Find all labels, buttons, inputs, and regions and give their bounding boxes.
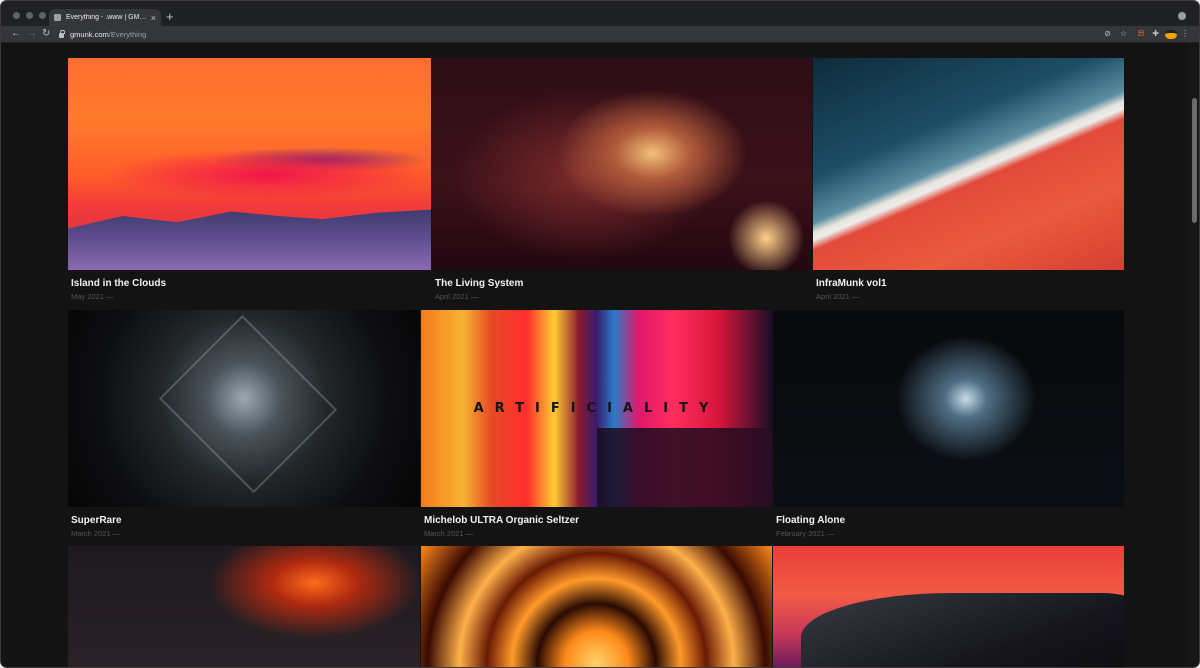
tab-title: Everything - .www | GMUNK (66, 14, 147, 21)
tab-search-icon[interactable] (1178, 12, 1186, 20)
project-title[interactable]: Floating Alone (776, 515, 845, 526)
artwork-hills (68, 209, 431, 270)
project-card-inframunk-vol1[interactable]: InfraMunk vol1 April 2021 — (813, 58, 1124, 308)
url-path: /Everything (108, 30, 147, 39)
address-bar[interactable]: gmunk.com /Everything (59, 28, 1129, 41)
browser-toolbar: ← → ↻ gmunk.com /Everything ⊘ ☆ ᗸ ✚ ⋮ (1, 26, 1199, 43)
project-card-island-in-the-clouds[interactable]: Island in the Clouds May 2021 — (68, 58, 431, 308)
project-date: February 2021 — (776, 529, 835, 538)
project-date: May 2021 — (71, 292, 114, 301)
tab-everything[interactable]: Everything - .www | GMUNK × (49, 9, 161, 26)
project-title[interactable]: InfraMunk vol1 (816, 278, 887, 289)
project-thumbnail[interactable] (813, 58, 1124, 270)
project-title[interactable]: Michelob ULTRA Organic Seltzer (424, 515, 579, 526)
project-thumbnail[interactable] (773, 310, 1124, 507)
browser-window: Everything - .www | GMUNK × + ← → ↻ gmun… (0, 0, 1200, 668)
project-thumbnail[interactable] (773, 546, 1124, 667)
window-controls (13, 12, 46, 19)
url-domain: gmunk.com (70, 30, 109, 39)
site-favicon-icon (54, 14, 61, 21)
project-date: April 2021 — (435, 292, 479, 301)
project-thumbnail[interactable]: ARTIFICIALITY (421, 310, 772, 507)
project-thumbnail[interactable] (432, 58, 812, 270)
project-card-row3-1[interactable] (68, 546, 420, 667)
artwork-frame (158, 315, 337, 494)
page-viewport: Island in the Clouds May 2021 — The Livi… (1, 43, 1188, 667)
project-date: April 2021 — (816, 292, 860, 301)
page-scrollbar[interactable] (1188, 43, 1199, 667)
project-card-michelob-ultra-organic-seltzer[interactable]: ARTIFICIALITY Michelob ULTRA Organic Sel… (421, 310, 772, 540)
project-card-the-living-system[interactable]: The Living System April 2021 — (432, 58, 812, 308)
project-thumbnail[interactable] (421, 546, 772, 667)
artwork-overlay (596, 428, 772, 507)
project-card-superrare[interactable]: SuperRare March 2021 — (68, 310, 420, 540)
back-button[interactable]: ← (11, 27, 21, 41)
kebab-menu-icon[interactable]: ⋮ (1181, 28, 1189, 40)
project-thumbnail[interactable] (68, 58, 431, 270)
lock-icon (59, 30, 65, 38)
close-window-button[interactable] (13, 12, 20, 19)
project-thumbnail[interactable] (68, 310, 420, 507)
eye-slash-icon[interactable]: ⊘ (1104, 28, 1111, 40)
close-tab-icon[interactable]: × (151, 13, 156, 23)
star-icon[interactable]: ☆ (1120, 28, 1127, 40)
brave-shield-icon[interactable]: ᗸ (1138, 28, 1144, 40)
maximize-window-button[interactable] (39, 12, 46, 19)
minimize-window-button[interactable] (26, 12, 33, 19)
project-thumbnail[interactable] (68, 546, 420, 667)
artwork-word: ARTIFICIALITY (473, 400, 720, 416)
scrollbar-thumb[interactable] (1192, 98, 1197, 223)
profile-pill-icon[interactable] (1165, 30, 1177, 39)
project-card-row3-2[interactable] (421, 546, 772, 667)
project-title[interactable]: SuperRare (71, 515, 122, 526)
new-tab-button[interactable]: + (166, 10, 174, 23)
project-card-row3-3[interactable] (773, 546, 1124, 667)
project-card-floating-alone[interactable]: Floating Alone February 2021 — (773, 310, 1124, 540)
extensions-icon[interactable]: ✚ (1152, 28, 1159, 40)
project-title[interactable]: The Living System (435, 278, 523, 289)
project-date: March 2021 — (71, 529, 121, 538)
tab-strip: Everything - .www | GMUNK × + (1, 1, 1199, 26)
project-title[interactable]: Island in the Clouds (71, 278, 166, 289)
project-date: March 2021 — (424, 529, 474, 538)
reload-button[interactable]: ↻ (42, 27, 50, 41)
artwork-car-body (801, 592, 1124, 667)
forward-button[interactable]: → (27, 27, 37, 41)
